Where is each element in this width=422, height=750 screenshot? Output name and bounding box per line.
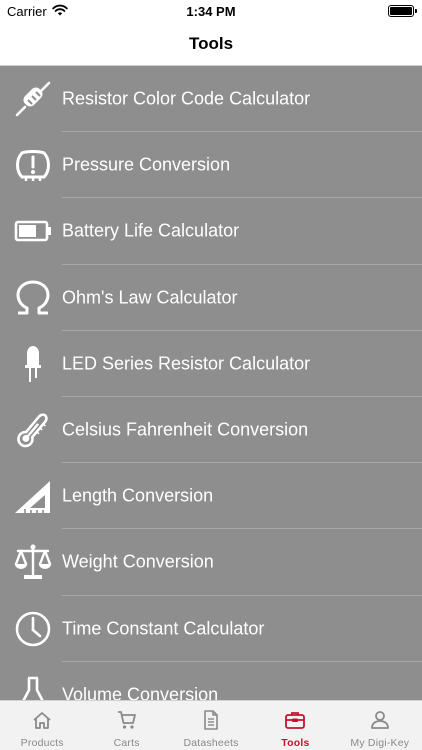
- tool-weight-conversion[interactable]: Weight Conversion: [0, 529, 422, 596]
- tab-label: My Digi-Key: [350, 737, 410, 749]
- tool-label: Ohm's Law Calculator: [62, 287, 238, 308]
- toolbox-icon: [284, 709, 306, 731]
- tab-carts[interactable]: Carts: [84, 701, 168, 750]
- page-title: Tools: [188, 34, 234, 53]
- tool-label: Length Conversion: [62, 485, 214, 506]
- scale-icon: [13, 542, 53, 582]
- tool-label: Weight Conversion: [62, 551, 214, 572]
- tab-label: Carts: [113, 737, 140, 749]
- tool-celsius-fahrenheit[interactable]: Celsius Fahrenheit Conversion: [0, 397, 422, 464]
- tool-label: LED Series Resistor Calculator: [62, 353, 311, 374]
- tab-label: Datasheets: [183, 737, 239, 749]
- resistor-icon: [13, 79, 53, 119]
- home-icon: [31, 709, 53, 731]
- tool-volume-conversion[interactable]: Volume Conversion: [0, 662, 422, 700]
- led-icon: [13, 344, 53, 384]
- tool-label: Resistor Color Code Calculator: [62, 88, 311, 109]
- tools-list[interactable]: Resistor Color Code Calculator Pressure …: [0, 66, 422, 700]
- tab-label: Products: [20, 737, 64, 749]
- tool-label: Volume Conversion: [62, 684, 219, 700]
- battery-status-icon: [388, 5, 417, 17]
- tool-battery-life[interactable]: Battery Life Calculator: [0, 198, 422, 265]
- tab-bar: Products Carts Datasheets Tools My Digi-…: [0, 700, 422, 750]
- status-bar: Carrier 1:34 PM: [0, 0, 422, 22]
- cart-icon: [116, 709, 138, 731]
- tool-label: Time Constant Calculator: [62, 618, 265, 639]
- tab-my-digi-key[interactable]: My Digi-Key: [338, 701, 422, 750]
- tool-label: Battery Life Calculator: [62, 220, 240, 241]
- omega-icon: [13, 278, 53, 318]
- person-icon: [369, 709, 391, 731]
- tool-length-conversion[interactable]: Length Conversion: [0, 463, 422, 530]
- flask-icon: [13, 675, 53, 700]
- tab-datasheets[interactable]: Datasheets: [169, 701, 253, 750]
- clock-icon: [13, 609, 53, 649]
- tire-pressure-icon: [13, 145, 53, 185]
- tab-products[interactable]: Products: [0, 701, 84, 750]
- triangle-ruler-icon: [13, 476, 53, 516]
- battery-icon: [13, 211, 53, 251]
- tool-ohms-law[interactable]: Ohm's Law Calculator: [0, 265, 422, 331]
- tool-resistor-color-code[interactable]: Resistor Color Code Calculator: [0, 66, 422, 133]
- clock-time: 1:34 PM: [186, 4, 236, 19]
- navigation-bar: Tools: [0, 22, 422, 66]
- tab-tools[interactable]: Tools: [253, 701, 337, 750]
- document-icon: [200, 709, 222, 731]
- tool-led-series-resistor[interactable]: LED Series Resistor Calculator: [0, 331, 422, 397]
- tool-time-constant[interactable]: Time Constant Calculator: [0, 596, 422, 662]
- tool-pressure-conversion[interactable]: Pressure Conversion: [0, 132, 422, 199]
- tool-label: Pressure Conversion: [62, 154, 231, 175]
- tab-label: Tools: [281, 737, 310, 749]
- tool-label: Celsius Fahrenheit Conversion: [62, 419, 309, 440]
- thermometer-icon: [13, 410, 53, 450]
